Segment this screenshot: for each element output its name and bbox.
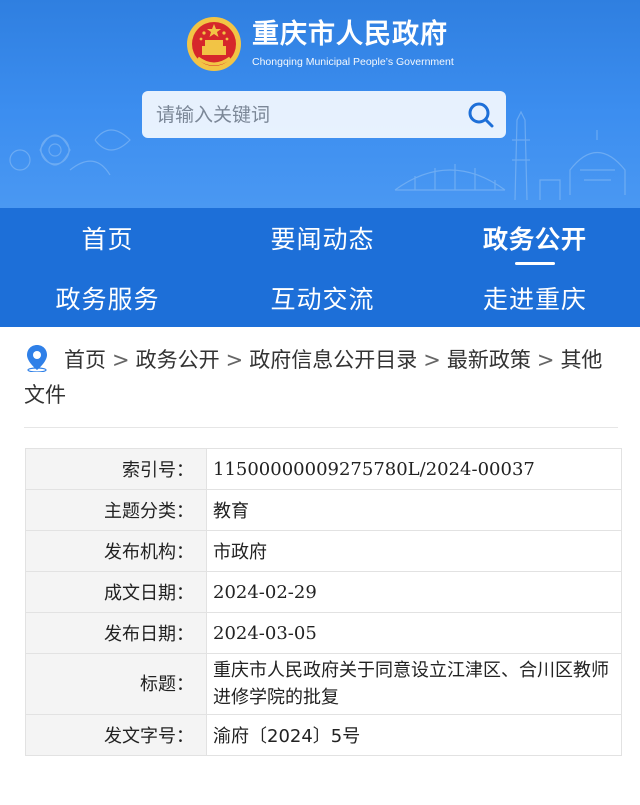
table-row: 发布机构： 市政府 [25,530,622,572]
breadcrumb-item-gov-affairs-public[interactable]: 政务公开 [136,348,220,372]
nav-item-home[interactable]: 首页 [0,208,215,268]
document-number-label: 发文字号： [25,714,207,756]
table-row: 发文字号： 渝府〔2024〕5号 [25,714,622,756]
search-box [142,91,506,138]
index-number-label: 索引号： [25,448,207,490]
document-number-value: 渝府〔2024〕5号 [206,714,622,756]
breadcrumb-separator: > [225,348,244,372]
issuing-agency-label: 发布机构： [25,530,207,572]
nav-item-interaction[interactable]: 互动交流 [215,268,430,327]
issuing-agency-value: 市政府 [206,530,622,572]
index-number-value: 11500000009275780L/2024-00037 [206,448,622,490]
national-emblem-icon [187,17,241,71]
written-date-label: 成文日期： [25,571,207,613]
title-value: 重庆市人民政府关于同意设立江津区、合川区教师进修学院的批复 [206,653,622,715]
search-input[interactable] [142,91,456,138]
nav-item-gov-affairs-public[interactable]: 政务公开 [430,208,640,268]
breadcrumb-item-latest-policy[interactable]: 最新政策 [447,348,531,372]
publish-date-label: 发布日期： [25,612,207,654]
breadcrumb-separator: > [423,348,441,372]
table-row: 标题： 重庆市人民政府关于同意设立江津区、合川区教师进修学院的批复 [25,653,622,715]
site-brand[interactable]: 重庆市人民政府 Chongqing Municipal People’s Gov… [186,12,454,76]
table-row: 索引号： 11500000009275780L/2024-00037 [25,448,622,490]
breadcrumb-item-info-catalog[interactable]: 政府信息公开目录 [249,348,417,372]
breadcrumb-item-home[interactable]: 首页 [64,348,106,372]
location-pin-icon [27,345,47,372]
table-row: 成文日期： 2024-02-29 [25,571,622,613]
nav-item-gov-services[interactable]: 政务服务 [0,268,215,327]
topic-category-label: 主题分类： [25,489,207,531]
table-row: 主题分类： 教育 [25,489,622,531]
document-info-table: 索引号： 11500000009275780L/2024-00037 主题分类：… [25,448,622,756]
breadcrumb: 首页 > 政务公开 > 政府信息公开目录 > 最新政策 > 其他文件 [24,343,618,428]
publish-date-value: 2024-03-05 [206,612,622,654]
breadcrumb-separator: > [536,348,555,372]
site-subtitle: Chongqing Municipal People’s Government [252,56,454,68]
nav-item-news[interactable]: 要闻动态 [215,208,430,268]
site-header: 重庆市人民政府 Chongqing Municipal People’s Gov… [0,0,640,208]
title-label: 标题： [25,653,207,715]
breadcrumb-separator: > [112,348,130,372]
main-nav: 首页 要闻动态 政务公开 政务服务 互动交流 走进重庆 [0,208,640,327]
nav-item-about-chongqing[interactable]: 走进重庆 [430,268,640,327]
topic-category-value: 教育 [206,489,622,531]
search-icon [468,102,494,127]
written-date-value: 2024-02-29 [206,571,622,613]
table-row: 发布日期： 2024-03-05 [25,612,622,654]
site-title: 重庆市人民政府 [252,19,448,50]
search-button[interactable] [456,91,506,138]
